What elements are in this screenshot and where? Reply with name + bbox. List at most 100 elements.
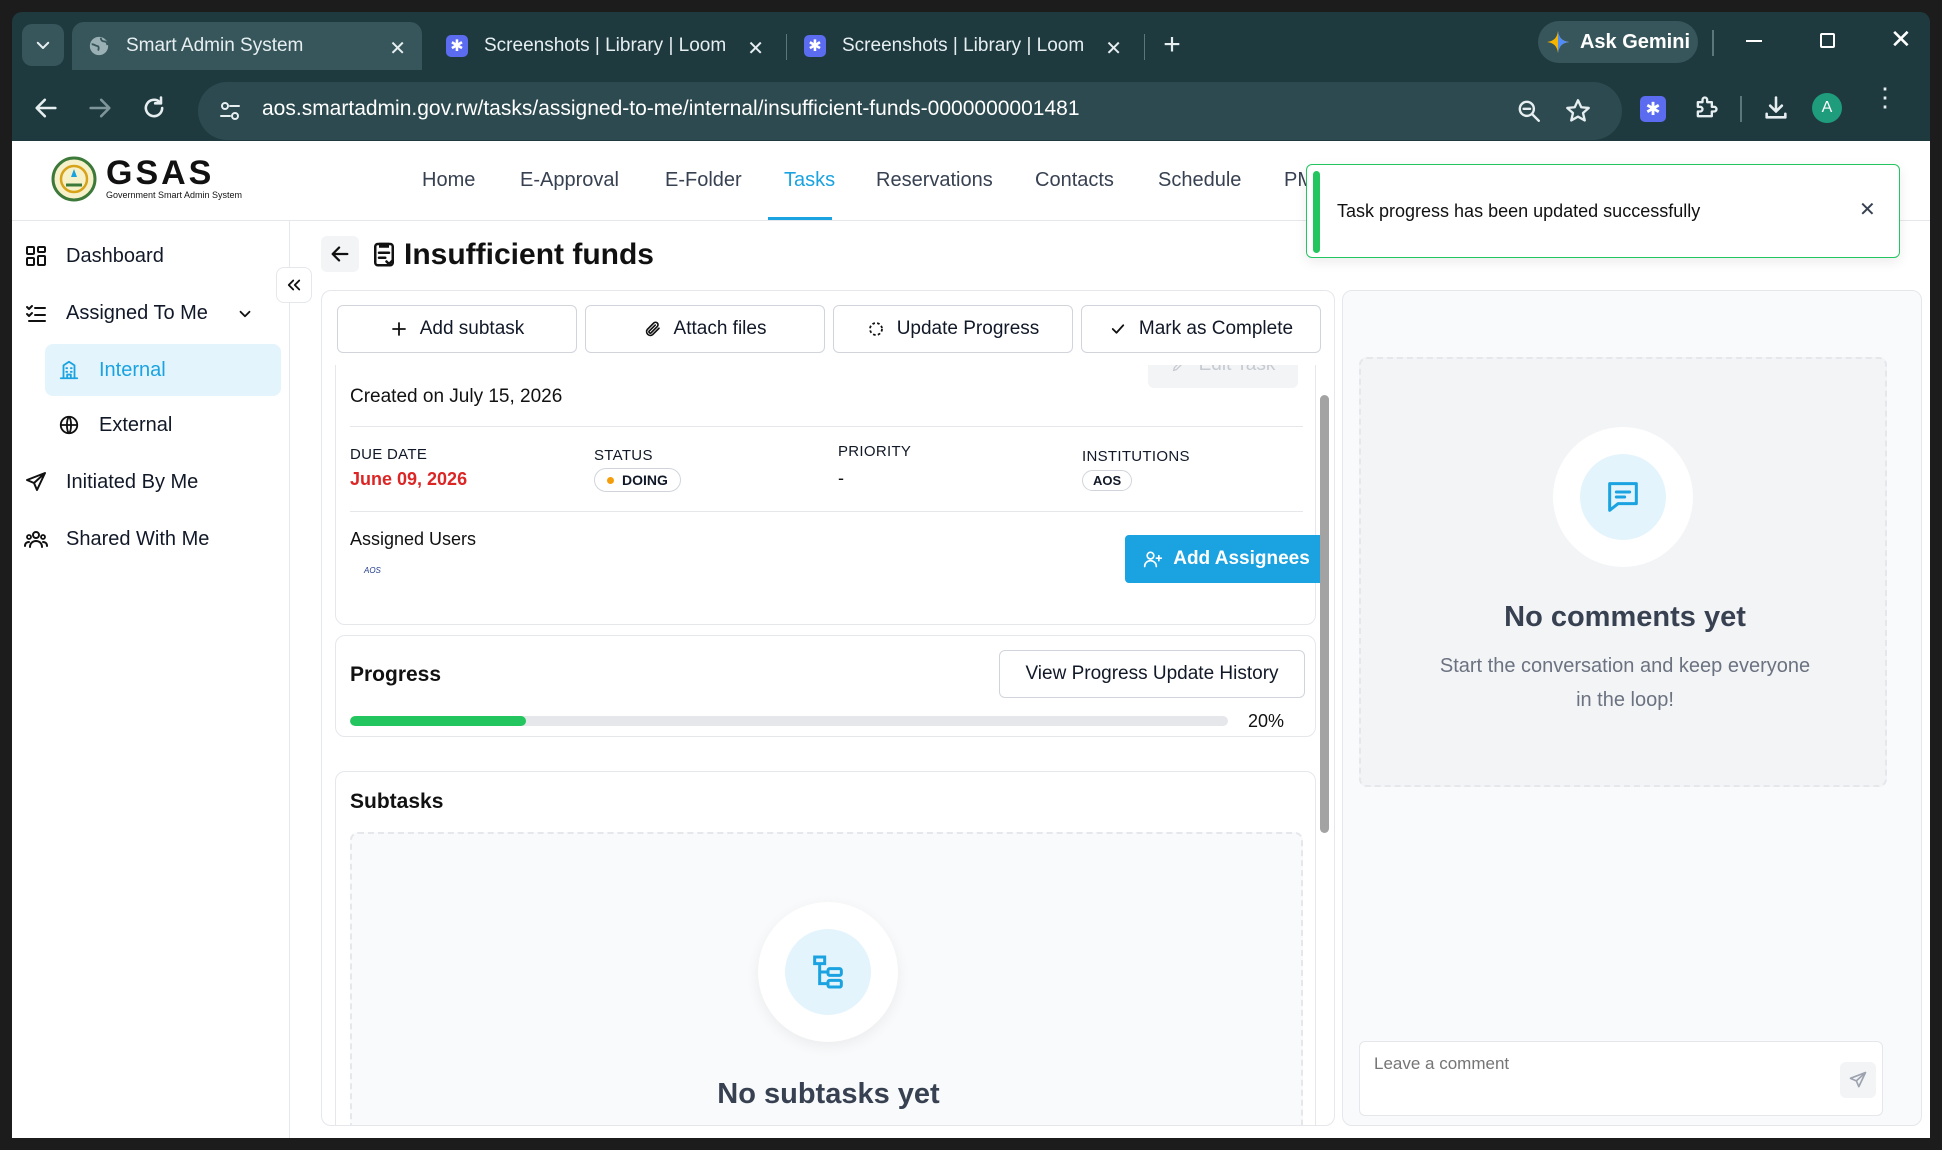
toast-message: Task progress has been updated successfu… bbox=[1337, 201, 1701, 221]
divider bbox=[350, 511, 1303, 512]
ask-gemini-button[interactable]: Ask Gemini bbox=[1538, 21, 1698, 63]
user-plus-icon bbox=[1144, 551, 1163, 568]
comments-empty-state: No comments yet Start the conversation a… bbox=[1359, 357, 1887, 787]
assignee-avatar[interactable]: AOS bbox=[364, 566, 381, 575]
success-toast: Task progress has been updated successfu… bbox=[1306, 164, 1900, 258]
url-text: aos.smartadmin.gov.rw/tasks/assigned-to-… bbox=[262, 97, 1080, 120]
progress-card: Progress View Progress Update History 20… bbox=[335, 635, 1316, 737]
loader-circle-icon bbox=[868, 322, 883, 336]
site-settings-icon[interactable] bbox=[218, 99, 242, 123]
sidebar-item-dashboard[interactable]: Dashboard bbox=[22, 230, 270, 282]
tab-title: Screenshots | Library | Loom bbox=[484, 35, 727, 56]
institution-badge: AOS bbox=[1082, 470, 1133, 491]
pencil-icon bbox=[1172, 365, 1182, 372]
back-button[interactable] bbox=[321, 236, 359, 272]
browser-menu-icon[interactable]: ⋮ bbox=[1872, 84, 1898, 110]
minimize-icon[interactable] bbox=[1746, 40, 1762, 42]
ask-gemini-label: Ask Gemini bbox=[1579, 30, 1691, 53]
progress-fill bbox=[350, 716, 526, 726]
page-viewport: GSAS Government Smart Admin System Home … bbox=[12, 141, 1930, 1138]
sidebar-item-label: Dashboard bbox=[66, 244, 164, 267]
sidebar: Dashboard Assigned To Me Internal Extern… bbox=[12, 221, 290, 1138]
subtasks-tree-icon bbox=[813, 955, 843, 989]
logo-text: GSAS bbox=[106, 154, 215, 192]
sidebar-item-assigned-to-me[interactable]: Assigned To Me bbox=[22, 287, 270, 339]
collapse-sidebar-button[interactable] bbox=[276, 267, 312, 303]
scrollbar-thumb[interactable] bbox=[1320, 395, 1329, 833]
sidebar-item-external[interactable]: External bbox=[55, 399, 303, 451]
download-icon[interactable] bbox=[1762, 94, 1790, 122]
add-subtask-button[interactable]: Add subtask bbox=[337, 305, 577, 353]
toast-accent-bar bbox=[1313, 171, 1320, 253]
nav-tasks[interactable]: Tasks bbox=[784, 169, 835, 192]
sidebar-item-internal[interactable]: Internal bbox=[45, 344, 281, 396]
tab-title: Smart Admin System bbox=[126, 35, 304, 56]
subtasks-empty-title: No subtasks yet bbox=[717, 1078, 940, 1110]
sidebar-item-label: Assigned To Me bbox=[66, 301, 208, 324]
close-tab-icon[interactable]: ✕ bbox=[747, 36, 764, 61]
institutions-label: INSTITUTIONS bbox=[1082, 448, 1190, 465]
button-label: Add Assignees bbox=[1173, 548, 1310, 569]
browser-tab-loom-1[interactable]: ✱ Screenshots | Library | Loom ✕ bbox=[430, 22, 780, 70]
check-icon bbox=[1111, 324, 1125, 334]
update-progress-button[interactable]: Update Progress bbox=[833, 305, 1073, 353]
toolbar-divider bbox=[1740, 96, 1742, 122]
zoom-icon[interactable] bbox=[1516, 98, 1542, 124]
due-date-value: June 09, 2026 bbox=[350, 469, 468, 489]
assigned-users-label: Assigned Users bbox=[350, 529, 477, 549]
task-main-panel: Add subtask Attach files Update Progress… bbox=[321, 290, 1335, 1126]
loom-favicon-icon: ✱ bbox=[804, 35, 826, 57]
address-bar[interactable]: aos.smartadmin.gov.rw/tasks/assigned-to-… bbox=[198, 82, 1622, 140]
add-assignees-button[interactable]: Add Assignees bbox=[1125, 535, 1328, 583]
status-text: DOING bbox=[622, 472, 668, 488]
gsas-logo[interactable]: GSAS Government Smart Admin System bbox=[50, 155, 242, 203]
nav-home[interactable]: Home bbox=[422, 169, 475, 192]
browser-tab-loom-2[interactable]: ✱ Screenshots | Library | Loom ✕ bbox=[788, 22, 1138, 70]
paperclip-icon bbox=[645, 321, 660, 337]
chevron-down-icon bbox=[239, 310, 251, 318]
sidebar-item-initiated-by-me[interactable]: Initiated By Me bbox=[22, 456, 270, 508]
reload-icon[interactable] bbox=[140, 94, 168, 122]
close-tab-icon[interactable]: ✕ bbox=[389, 36, 406, 61]
coat-of-arms-icon bbox=[51, 156, 97, 202]
edit-task-button[interactable]: Edit Task bbox=[1148, 365, 1298, 388]
browser-tab-smart-admin[interactable]: Smart Admin System ✕ bbox=[72, 22, 422, 70]
sidebar-item-shared-with-me[interactable]: Shared With Me bbox=[22, 513, 270, 565]
forward-icon[interactable] bbox=[86, 94, 114, 122]
attach-files-button[interactable]: Attach files bbox=[585, 305, 825, 353]
arrow-left-icon bbox=[331, 246, 349, 262]
close-tab-icon[interactable]: ✕ bbox=[1105, 36, 1122, 61]
view-progress-history-button[interactable]: View Progress Update History bbox=[999, 650, 1305, 698]
globe-icon bbox=[59, 415, 79, 435]
nav-e-folder[interactable]: E-Folder bbox=[665, 169, 742, 192]
nav-contacts[interactable]: Contacts bbox=[1035, 169, 1114, 192]
back-icon[interactable] bbox=[32, 94, 60, 122]
button-label: Add subtask bbox=[419, 318, 525, 339]
nav-schedule[interactable]: Schedule bbox=[1158, 169, 1241, 192]
gemini-sparkle-icon bbox=[1546, 31, 1569, 53]
loom-extension-icon[interactable]: ✱ bbox=[1640, 96, 1666, 122]
progress-track bbox=[350, 716, 1228, 726]
logo-subtitle: Government Smart Admin System bbox=[106, 190, 243, 200]
profile-avatar[interactable]: A bbox=[1812, 93, 1842, 123]
grid-icon bbox=[26, 246, 46, 266]
tab-search-button[interactable] bbox=[22, 24, 64, 66]
button-label: Mark as Complete bbox=[1138, 318, 1294, 339]
toast-close-icon[interactable]: ✕ bbox=[1859, 197, 1876, 222]
mark-complete-button[interactable]: Mark as Complete bbox=[1081, 305, 1321, 353]
created-date: Created on July 15, 2026 bbox=[350, 386, 563, 407]
task-details-scroll-area[interactable]: Edit Task Created on July 15, 2026 DUE D… bbox=[322, 365, 1334, 1125]
profile-initial: A bbox=[1821, 99, 1833, 116]
comment-input[interactable] bbox=[1360, 1042, 1810, 1115]
send-comment-button[interactable] bbox=[1840, 1062, 1876, 1098]
message-icon bbox=[1608, 482, 1638, 512]
extensions-puzzle-icon[interactable] bbox=[1692, 94, 1720, 122]
bookmark-star-icon[interactable] bbox=[1564, 97, 1592, 125]
nav-reservations[interactable]: Reservations bbox=[876, 169, 993, 192]
close-window-icon[interactable]: ✕ bbox=[1890, 24, 1912, 55]
restore-icon[interactable] bbox=[1820, 33, 1835, 48]
nav-e-approval[interactable]: E-Approval bbox=[520, 169, 619, 192]
tab-title: Screenshots | Library | Loom bbox=[842, 35, 1085, 56]
new-tab-button[interactable]: + bbox=[1152, 26, 1192, 66]
status-dot bbox=[607, 476, 614, 484]
